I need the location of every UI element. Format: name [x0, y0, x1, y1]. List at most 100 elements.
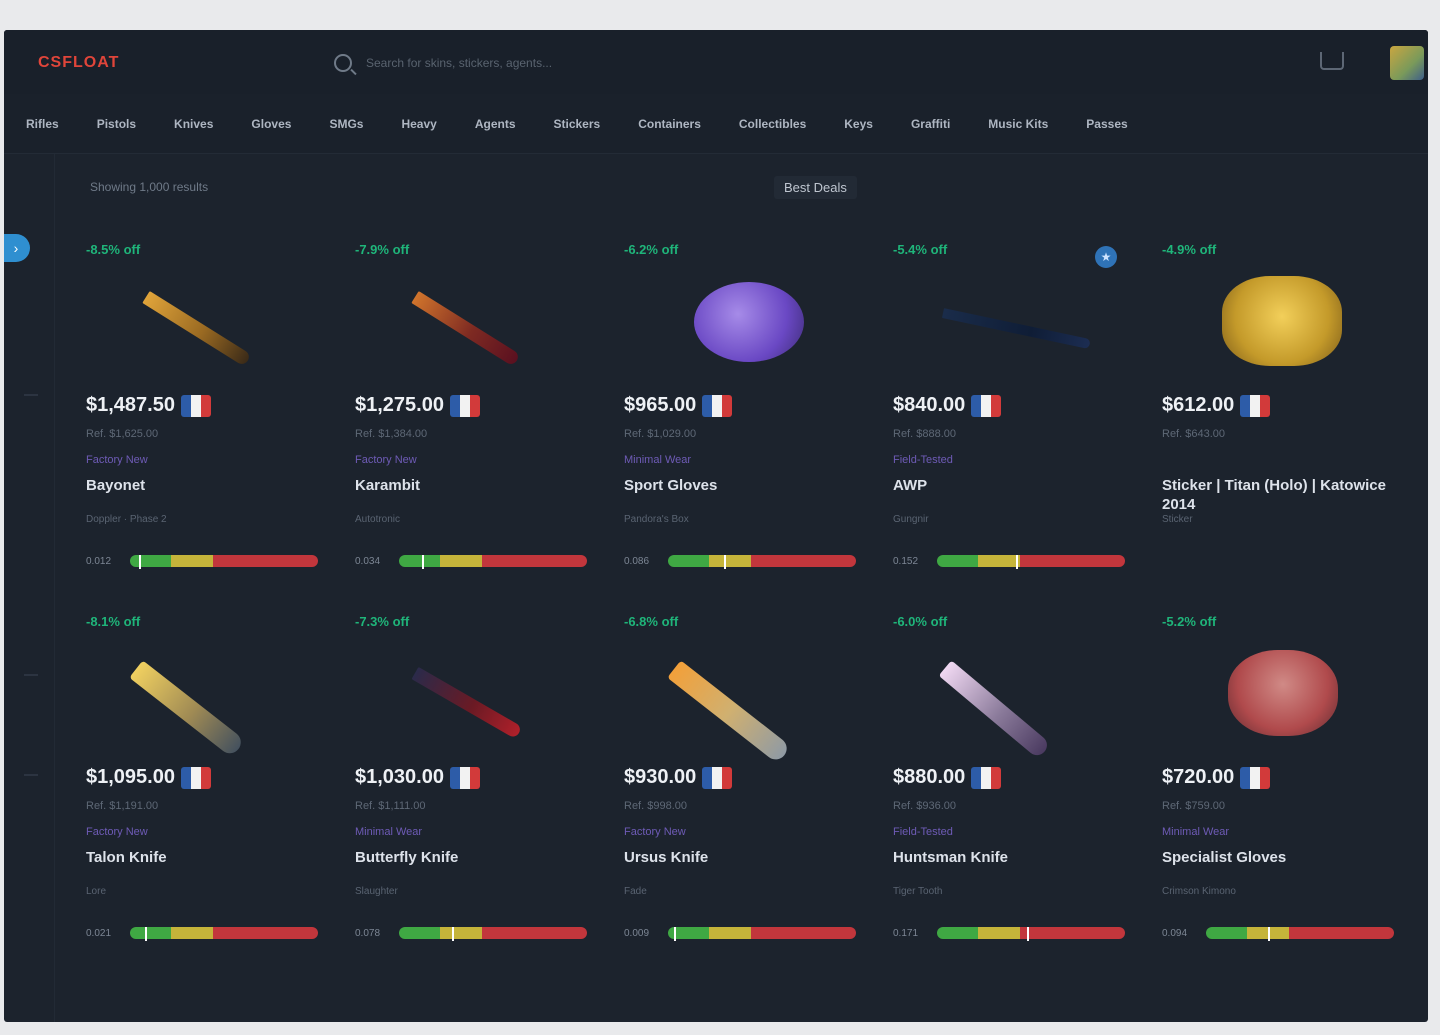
float-indicator: 0.012	[86, 550, 318, 572]
price-row: $1,275.00	[355, 394, 480, 417]
wear-label: Factory New	[86, 454, 148, 466]
category-tab[interactable]: Gloves	[251, 117, 291, 131]
float-bar	[1206, 927, 1394, 939]
category-tab[interactable]: Rifles	[26, 117, 59, 131]
item-image[interactable]	[395, 268, 555, 378]
float-bar	[399, 555, 587, 567]
category-tab[interactable]: Heavy	[401, 117, 436, 131]
price: $840.00	[893, 394, 966, 416]
item-name: Specialist Gloves	[1162, 849, 1287, 866]
sidebar-divider	[24, 674, 38, 676]
float-bar	[668, 555, 856, 567]
category-tab[interactable]: Containers	[638, 117, 701, 131]
category-tab[interactable]: Graffiti	[911, 117, 950, 131]
float-marker	[139, 555, 142, 569]
category-tab[interactable]: Passes	[1086, 117, 1127, 131]
flag-icon	[180, 766, 211, 789]
float-value: 0.086	[624, 555, 650, 567]
item-image[interactable]	[664, 268, 824, 378]
discount-label: -4.9% off	[1162, 242, 1217, 257]
discount-label: -6.0% off	[893, 614, 948, 629]
reference-price: Ref. $936.00	[893, 800, 956, 812]
float-indicator: 0.078	[355, 922, 587, 944]
price: $1,095.00	[86, 766, 175, 788]
category-tab[interactable]: Knives	[174, 117, 213, 131]
logo[interactable]: CSFLOAT	[38, 54, 119, 72]
flag-icon	[1240, 394, 1271, 417]
filter-sidebar: ›	[4, 154, 55, 1022]
listing-card[interactable]: -6.8% off $930.00 Ref. $998.00 Factory N…	[624, 606, 864, 958]
float-marker	[145, 927, 148, 941]
flag-icon	[702, 766, 733, 789]
reference-price: Ref. $1,191.00	[86, 800, 159, 812]
float-bar	[937, 927, 1125, 939]
listing-card[interactable]: -7.9% off $1,275.00 Ref. $1,384.00 Facto…	[355, 234, 595, 586]
listing-card[interactable]: -5.2% off $720.00 Ref. $759.00 Minimal W…	[1162, 606, 1402, 958]
category-tab[interactable]: Agents	[475, 117, 516, 131]
item-subtitle: Sticker	[1162, 514, 1193, 525]
item-subtitle: Slaughter	[355, 886, 398, 897]
item-subtitle: Pandora's Box	[624, 514, 689, 525]
sort-dropdown[interactable]: Best Deals	[774, 176, 857, 199]
float-bar	[937, 555, 1125, 567]
item-image[interactable]	[1202, 268, 1362, 378]
price-row: $880.00	[893, 766, 1002, 789]
filter-toggle-tab[interactable]: ›	[4, 234, 30, 262]
cart-icon[interactable]	[1320, 52, 1344, 70]
float-indicator: 0.086	[624, 550, 856, 572]
price-row: $720.00	[1162, 766, 1271, 789]
category-tab[interactable]: Stickers	[554, 117, 601, 131]
price-row: $612.00	[1162, 394, 1271, 417]
price-row: $1,030.00	[355, 766, 480, 789]
item-image[interactable]	[933, 268, 1093, 378]
float-indicator: 0.021	[86, 922, 318, 944]
price-row: $1,487.50	[86, 394, 211, 417]
wear-label: Minimal Wear	[624, 454, 692, 466]
category-tab[interactable]: SMGs	[329, 117, 363, 131]
wear-label: Minimal Wear	[355, 826, 423, 838]
search-icon	[334, 54, 352, 72]
float-bar	[668, 927, 856, 939]
category-tab[interactable]: Keys	[844, 117, 873, 131]
item-image[interactable]	[664, 640, 824, 764]
listing-card[interactable]: -8.1% off $1,095.00 Ref. $1,191.00 Facto…	[86, 606, 326, 958]
listing-card[interactable]: -5.4% off ★ $840.00 Ref. $888.00 Field-T…	[893, 234, 1133, 586]
price: $720.00	[1162, 766, 1235, 788]
reference-price: Ref. $759.00	[1162, 800, 1225, 812]
category-tab[interactable]: Music Kits	[988, 117, 1048, 131]
listing-card[interactable]: -8.5% off $1,487.50 Ref. $1,625.00 Facto…	[86, 234, 326, 586]
flag-icon	[180, 394, 211, 417]
sidebar-divider	[24, 394, 38, 396]
price: $965.00	[624, 394, 697, 416]
item-name: Bayonet	[86, 477, 146, 494]
flag-icon	[971, 394, 1002, 417]
listing-card[interactable]: -6.0% off $880.00 Ref. $936.00 Field-Tes…	[893, 606, 1133, 958]
discount-label: -5.4% off	[893, 242, 948, 257]
item-subtitle: Lore	[86, 886, 107, 897]
item-image[interactable]	[933, 640, 1093, 760]
app-window: CSFLOAT Rifles Pistols Knives Gloves SMGs Hea…	[4, 30, 1428, 1022]
avatar[interactable]	[1390, 46, 1424, 80]
item-name: Sticker | Titan (Holo) | Katowice 2014	[1162, 477, 1386, 513]
listing-card[interactable]: -6.2% off $965.00 Ref. $1,029.00 Minimal…	[624, 234, 864, 586]
search-bar[interactable]	[334, 50, 624, 76]
item-image[interactable]	[1202, 640, 1362, 750]
reference-price: Ref. $888.00	[893, 428, 956, 440]
item-image[interactable]	[395, 640, 555, 750]
listing-card[interactable]: -4.9% off $612.00 Ref. $643.00 Sticker |…	[1162, 234, 1402, 586]
category-tab[interactable]: Pistols	[97, 117, 136, 131]
price: $1,275.00	[355, 394, 444, 416]
listing-card[interactable]: -7.3% off $1,030.00 Ref. $1,111.00 Minim…	[355, 606, 595, 958]
item-subtitle: Gungnir	[893, 514, 929, 525]
float-bar	[130, 927, 318, 939]
category-tab[interactable]: Collectibles	[739, 117, 806, 131]
float-indicator: 0.009	[624, 922, 856, 944]
item-image[interactable]	[126, 640, 286, 758]
bookmark-icon[interactable]: ★	[1095, 246, 1117, 268]
item-image[interactable]	[126, 268, 286, 378]
item-subtitle: Fade	[624, 886, 647, 897]
category-nav: Rifles Pistols Knives Gloves SMGs Heavy Agents…	[4, 94, 1428, 154]
search-input[interactable]	[364, 55, 618, 71]
float-marker	[421, 555, 424, 569]
wear-label: Minimal Wear	[1162, 826, 1230, 838]
